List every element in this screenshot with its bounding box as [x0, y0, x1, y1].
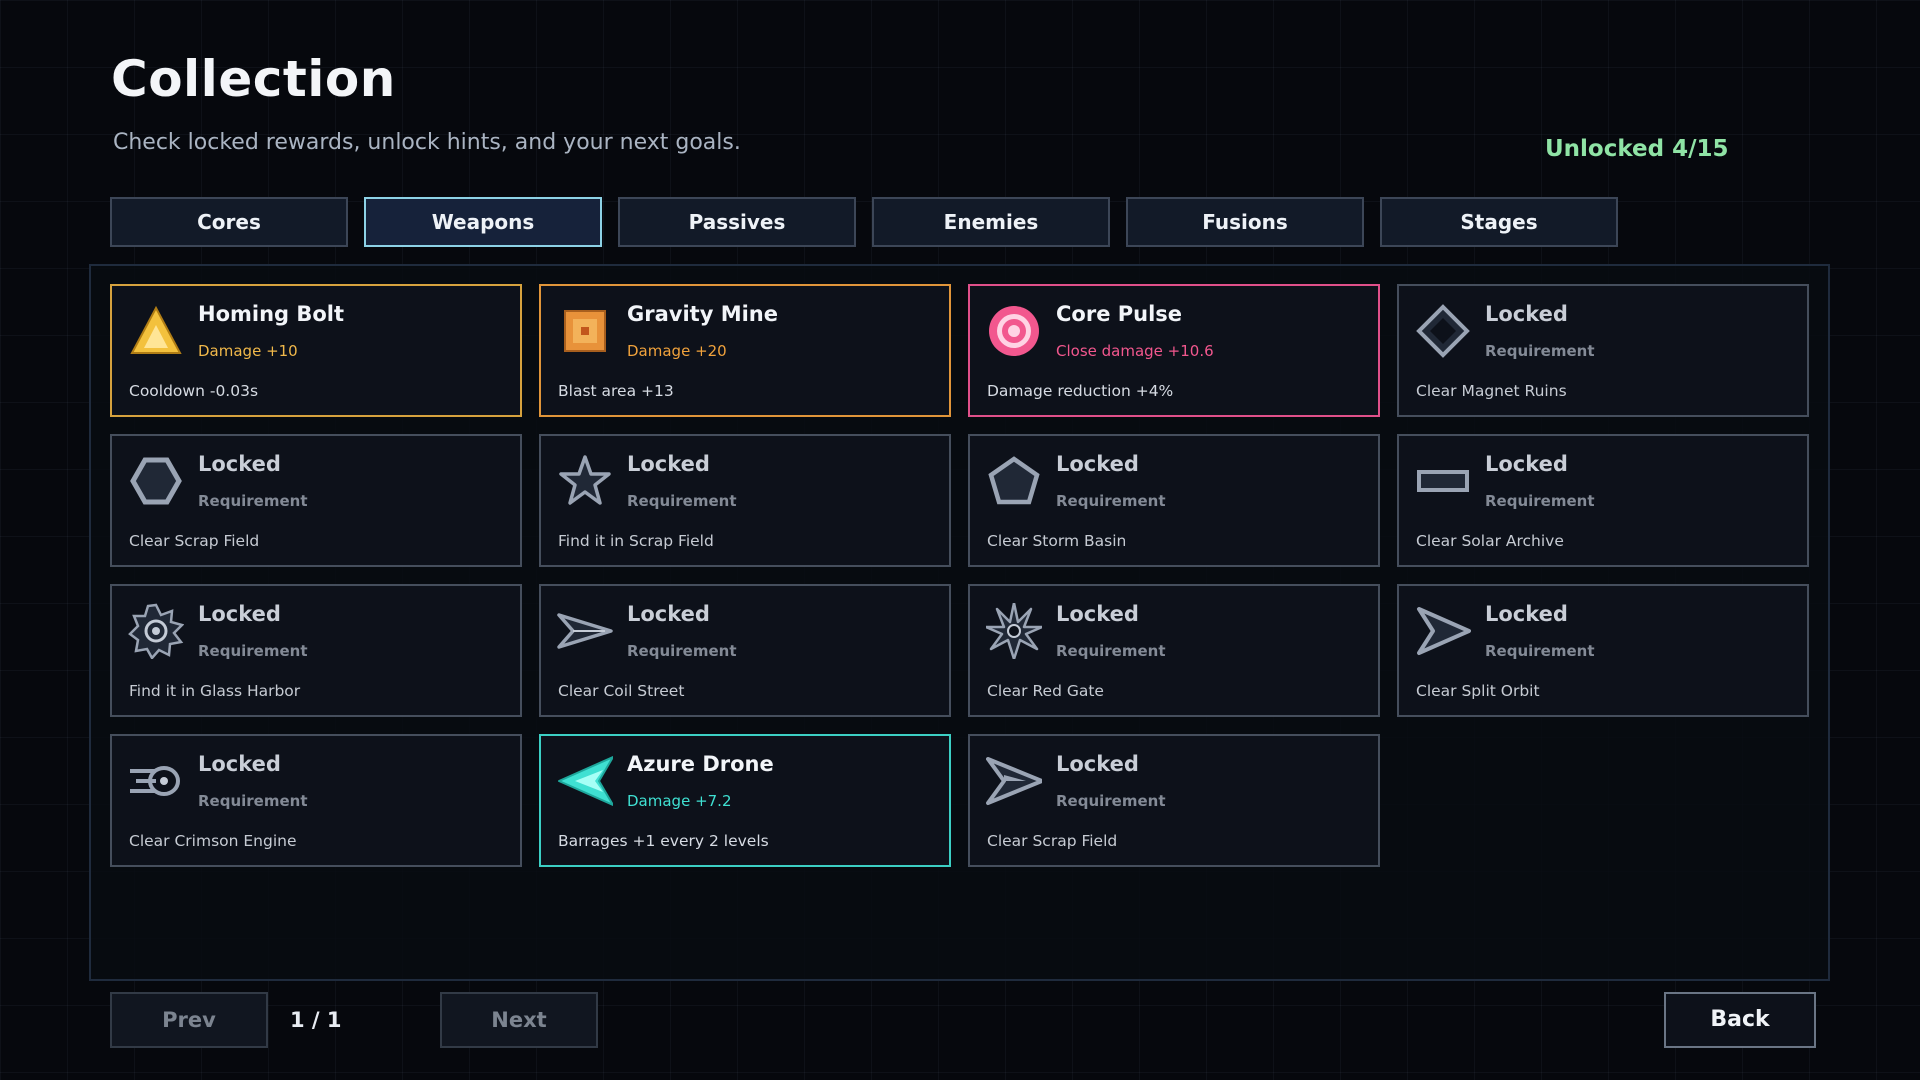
card-description: Clear Storm Basin — [987, 532, 1127, 550]
arrowhead-icon — [1415, 603, 1471, 659]
card-stat: Damage +10 — [198, 342, 298, 360]
card-requirement-label: Requirement — [198, 792, 308, 810]
card-name: Locked — [627, 452, 710, 476]
card-name: Locked — [1485, 602, 1568, 626]
card-description: Find it in Glass Harbor — [129, 682, 301, 700]
page-subtitle: Check locked rewards, unlock hints, and … — [113, 130, 741, 155]
gear-icon — [128, 603, 184, 659]
tab-fusions[interactable]: Fusions — [1126, 197, 1364, 247]
collection-card[interactable]: Locked Requirement Clear Coil Street — [539, 584, 951, 717]
hexagon-icon — [128, 453, 184, 509]
card-description: Clear Magnet Ruins — [1416, 382, 1567, 400]
card-name: Locked — [1056, 452, 1139, 476]
card-description: Clear Split Orbit — [1416, 682, 1540, 700]
page-indicator: 1 / 1 — [290, 1008, 342, 1032]
card-requirement-label: Requirement — [627, 642, 737, 660]
collection-card[interactable]: Locked Requirement Clear Split Orbit — [1397, 584, 1809, 717]
prev-page-button[interactable]: Prev — [110, 992, 268, 1048]
collection-card[interactable]: Azure Drone Damage +7.2 Barrages +1 every … — [539, 734, 951, 867]
collection-card[interactable]: Homing Bolt Damage +10 Cooldown -0.03s — [110, 284, 522, 417]
tab-passives[interactable]: Passives — [618, 197, 856, 247]
card-stat: Damage +20 — [627, 342, 727, 360]
card-description: Blast area +13 — [558, 382, 674, 400]
card-requirement-label: Requirement — [1485, 492, 1595, 510]
next-page-button[interactable]: Next — [440, 992, 598, 1048]
card-name: Locked — [627, 602, 710, 626]
card-stat: Damage +7.2 — [627, 792, 732, 810]
card-name: Locked — [1485, 452, 1568, 476]
card-requirement-label: Requirement — [1056, 492, 1166, 510]
tab-enemies[interactable]: Enemies — [872, 197, 1110, 247]
card-requirement-label: Requirement — [627, 492, 737, 510]
card-name: Locked — [1056, 602, 1139, 626]
diamond-icon — [1415, 303, 1471, 359]
card-description: Cooldown -0.03s — [129, 382, 259, 400]
ship-icon — [986, 753, 1042, 809]
tab-stages[interactable]: Stages — [1380, 197, 1618, 247]
collection-card[interactable]: Locked Requirement Clear Scrap Field — [968, 734, 1380, 867]
tab-cores[interactable]: Cores — [110, 197, 348, 247]
back-button[interactable]: Back — [1664, 992, 1816, 1048]
card-requirement-label: Requirement — [1056, 792, 1166, 810]
collection-card[interactable]: Locked Requirement Clear Magnet Ruins — [1397, 284, 1809, 417]
card-name: Homing Bolt — [198, 302, 345, 326]
collection-card[interactable]: Locked Requirement Clear Red Gate — [968, 584, 1380, 717]
triangle-icon — [128, 303, 184, 359]
collection-card[interactable]: Core Pulse Close damage +10.6 Damage reduc… — [968, 284, 1380, 417]
square-mine-icon — [557, 303, 613, 359]
collection-card[interactable]: Locked Requirement Clear Crimson Engine — [110, 734, 522, 867]
card-name: Azure Drone — [627, 752, 774, 776]
star-icon — [557, 453, 613, 509]
drone-icon — [557, 753, 613, 809]
ring-icon — [986, 303, 1042, 359]
card-description: Clear Coil Street — [558, 682, 685, 700]
collection-card[interactable]: Locked Requirement Clear Scrap Field — [110, 434, 522, 567]
collection-card[interactable]: Locked Requirement Clear Solar Archive — [1397, 434, 1809, 567]
card-name: Core Pulse — [1056, 302, 1183, 326]
collection-card[interactable]: Gravity Mine Damage +20 Blast area +13 — [539, 284, 951, 417]
card-description: Clear Solar Archive — [1416, 532, 1564, 550]
engine-icon — [128, 753, 184, 809]
bar-icon — [1415, 453, 1471, 509]
card-stat: Close damage +10.6 — [1056, 342, 1214, 360]
card-requirement-label: Requirement — [198, 492, 308, 510]
tab-weapons[interactable]: Weapons — [364, 197, 602, 247]
card-description: Clear Crimson Engine — [129, 832, 297, 850]
collection-card[interactable]: Locked Requirement Find it in Glass Harbor — [110, 584, 522, 717]
pentagon-icon — [986, 453, 1042, 509]
card-requirement-label: Requirement — [198, 642, 308, 660]
card-description: Clear Red Gate — [987, 682, 1104, 700]
collection-card[interactable]: Locked Requirement Clear Storm Basin — [968, 434, 1380, 567]
card-name: Locked — [1056, 752, 1139, 776]
card-name: Locked — [1485, 302, 1568, 326]
card-requirement-label: Requirement — [1485, 642, 1595, 660]
card-name: Locked — [198, 602, 281, 626]
unlocked-counter: Unlocked 4/15 — [1545, 136, 1729, 162]
card-description: Clear Scrap Field — [987, 832, 1118, 850]
card-name: Gravity Mine — [627, 302, 778, 326]
page-title: Collection — [111, 50, 396, 108]
card-name: Locked — [198, 752, 281, 776]
card-description: Damage reduction +4% — [987, 382, 1174, 400]
dart-icon — [557, 603, 613, 659]
card-description: Find it in Scrap Field — [558, 532, 714, 550]
card-description: Barrages +1 every 2 levels — [558, 832, 769, 850]
card-description: Clear Scrap Field — [129, 532, 260, 550]
card-name: Locked — [198, 452, 281, 476]
card-requirement-label: Requirement — [1485, 342, 1595, 360]
card-requirement-label: Requirement — [1056, 642, 1166, 660]
collection-card[interactable]: Locked Requirement Find it in Scrap Field — [539, 434, 951, 567]
spiked-star-icon — [986, 603, 1042, 659]
